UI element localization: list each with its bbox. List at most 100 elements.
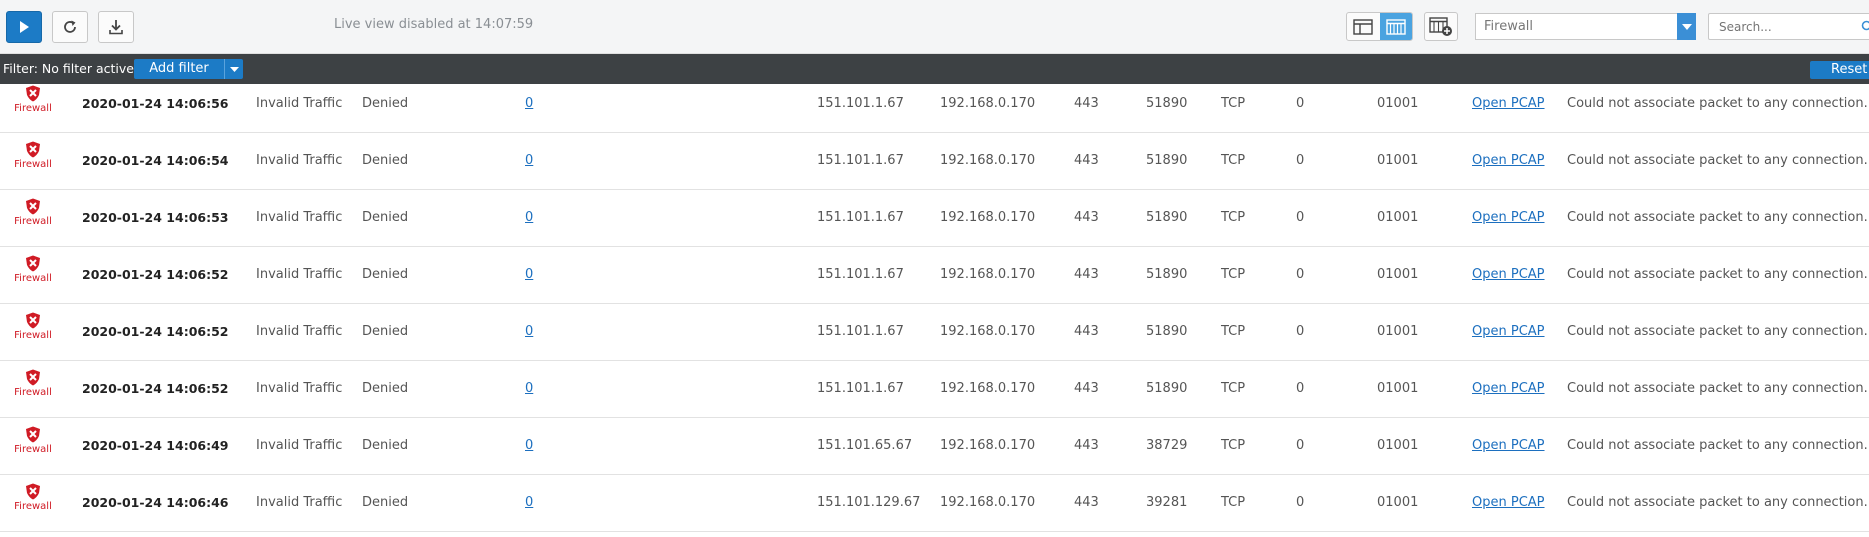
add-filter-label: Add filter <box>149 61 209 76</box>
live-view-status: Live view disabled at 14:07:59 <box>334 17 534 32</box>
log-row[interactable]: Firewall 2020-01-24 14:06:54 Invalid Tra… <box>0 133 1869 190</box>
column-settings-button[interactable] <box>1424 12 1458 41</box>
open-pcap-link[interactable]: Open PCAP <box>1472 153 1545 169</box>
log-source-ip: 151.101.1.67 <box>817 324 904 339</box>
log-rule-id: 01001 <box>1377 438 1419 453</box>
log-hits-link[interactable]: 0 <box>525 210 533 226</box>
log-protocol: TCP <box>1221 381 1246 396</box>
log-hits-link[interactable]: 0 <box>525 438 533 454</box>
module-label: Firewall <box>14 501 52 512</box>
columns-view-icon <box>1386 18 1406 35</box>
detailed-view-button[interactable] <box>1347 13 1380 40</box>
log-row[interactable]: Firewall 2020-01-24 14:06:46 Invalid Tra… <box>0 475 1869 532</box>
log-count: 0 <box>1296 381 1305 396</box>
log-time: 2020-01-24 14:06:49 <box>82 438 229 453</box>
open-pcap-link[interactable]: Open PCAP <box>1472 96 1545 112</box>
table-layout-icon <box>1353 18 1373 35</box>
log-source-ip: 151.101.65.67 <box>817 438 913 453</box>
log-hits-link[interactable]: 0 <box>525 267 533 283</box>
open-pcap-link[interactable]: Open PCAP <box>1472 267 1545 283</box>
log-count: 0 <box>1296 210 1305 225</box>
log-count: 0 <box>1296 153 1305 168</box>
refresh-button[interactable] <box>52 11 88 43</box>
log-row[interactable]: Firewall 2020-01-24 14:06:49 Invalid Tra… <box>0 418 1869 475</box>
firewall-shield-x-icon <box>26 312 40 329</box>
row-module-icon: Firewall <box>14 141 52 171</box>
log-count: 0 <box>1296 267 1305 282</box>
search-input[interactable] <box>1709 14 1859 39</box>
log-type: Invalid Traffic <box>256 210 343 225</box>
row-module-icon: Firewall <box>14 312 52 342</box>
module-label: Firewall <box>14 216 52 227</box>
add-filter-button[interactable]: Add filter <box>134 59 243 79</box>
log-rule-id: 01001 <box>1377 495 1419 510</box>
log-message: Could not associate packet to any connec… <box>1567 438 1868 453</box>
log-type: Invalid Traffic <box>256 324 343 339</box>
log-destination-port: 443 <box>1074 153 1099 168</box>
open-pcap-link[interactable]: Open PCAP <box>1472 438 1545 454</box>
log-row[interactable]: Firewall 2020-01-24 14:06:53 Invalid Tra… <box>0 190 1869 247</box>
log-action: Denied <box>362 210 409 225</box>
log-protocol: TCP <box>1221 438 1246 453</box>
log-hits-link[interactable]: 0 <box>525 153 533 169</box>
firewall-shield-x-icon <box>26 483 40 500</box>
search-icon[interactable] <box>1861 20 1869 34</box>
row-module-icon: Firewall <box>14 369 52 399</box>
log-action: Denied <box>362 438 409 453</box>
row-module-icon: Firewall <box>14 483 52 513</box>
log-protocol: TCP <box>1221 153 1246 168</box>
log-type: Invalid Traffic <box>256 438 343 453</box>
log-rule-id: 01001 <box>1377 210 1419 225</box>
log-type: Invalid Traffic <box>256 153 343 168</box>
log-row[interactable]: Firewall 2020-01-24 14:06:52 Invalid Tra… <box>0 361 1869 418</box>
log-source-port: 38729 <box>1146 438 1188 453</box>
log-row[interactable]: Firewall 2020-01-24 14:06:56 Invalid Tra… <box>0 84 1869 133</box>
module-select-value: Firewall <box>1484 19 1534 34</box>
log-hits-link[interactable]: 0 <box>525 495 533 511</box>
log-destination-ip: 192.168.0.170 <box>940 210 1036 225</box>
log-action: Denied <box>362 267 409 282</box>
row-module-icon: Firewall <box>14 198 52 228</box>
log-hits-link[interactable]: 0 <box>525 381 533 397</box>
log-rule-id: 01001 <box>1377 381 1419 396</box>
firewall-shield-x-icon <box>26 369 40 386</box>
log-type: Invalid Traffic <box>256 381 343 396</box>
log-rule-id: 01001 <box>1377 267 1419 282</box>
log-destination-ip: 192.168.0.170 <box>940 495 1036 510</box>
reset-filter-button[interactable]: Reset <box>1810 61 1869 79</box>
log-hits-link[interactable]: 0 <box>525 324 533 340</box>
row-module-icon: Firewall <box>14 85 52 115</box>
chevron-down-icon[interactable] <box>224 59 243 79</box>
list-view-button[interactable] <box>1379 13 1412 40</box>
open-pcap-link[interactable]: Open PCAP <box>1472 210 1545 226</box>
download-button[interactable] <box>98 11 134 43</box>
log-destination-ip: 192.168.0.170 <box>940 324 1036 339</box>
log-destination-ip: 192.168.0.170 <box>940 267 1036 282</box>
log-time: 2020-01-24 14:06:54 <box>82 153 229 168</box>
filter-status-label: Filter: No filter active <box>3 61 134 76</box>
module-select[interactable]: Firewall <box>1475 13 1696 40</box>
chevron-down-icon[interactable] <box>1677 13 1696 40</box>
log-list: Firewall 2020-01-24 14:06:56 Invalid Tra… <box>0 84 1869 532</box>
play-live-button[interactable] <box>6 11 42 43</box>
log-count: 0 <box>1296 495 1305 510</box>
open-pcap-link[interactable]: Open PCAP <box>1472 381 1545 397</box>
open-pcap-link[interactable]: Open PCAP <box>1472 324 1545 340</box>
log-protocol: TCP <box>1221 96 1246 111</box>
log-time: 2020-01-24 14:06:52 <box>82 324 229 339</box>
log-row[interactable]: Firewall 2020-01-24 14:06:52 Invalid Tra… <box>0 304 1869 361</box>
log-source-port: 51890 <box>1146 153 1188 168</box>
row-module-icon: Firewall <box>14 255 52 285</box>
firewall-shield-x-icon <box>26 141 40 158</box>
log-row[interactable]: Firewall 2020-01-24 14:06:52 Invalid Tra… <box>0 247 1869 304</box>
log-hits-link[interactable]: 0 <box>525 96 533 112</box>
log-destination-port: 443 <box>1074 495 1099 510</box>
open-pcap-link[interactable]: Open PCAP <box>1472 495 1545 511</box>
log-destination-ip: 192.168.0.170 <box>940 438 1036 453</box>
module-label: Firewall <box>14 273 52 284</box>
log-count: 0 <box>1296 438 1305 453</box>
log-action: Denied <box>362 381 409 396</box>
view-toggle-group <box>1346 12 1413 41</box>
log-source-port: 51890 <box>1146 210 1188 225</box>
log-destination-ip: 192.168.0.170 <box>940 381 1036 396</box>
